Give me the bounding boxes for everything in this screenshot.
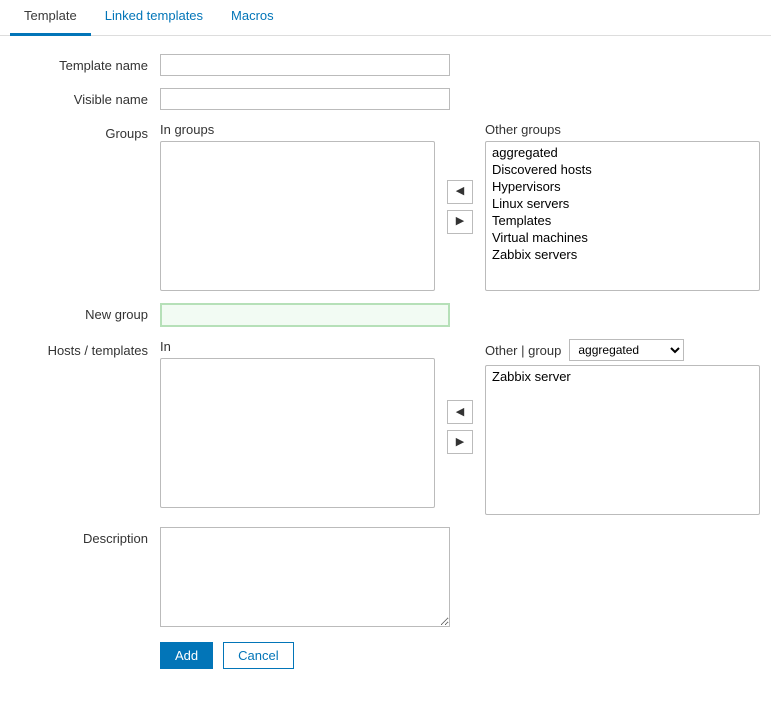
template-name-input[interactable] — [160, 54, 450, 76]
label-hosts-templates: Hosts / templates — [10, 339, 160, 515]
label-other-groups: Other groups — [485, 122, 760, 137]
label-template-name: Template name — [10, 54, 160, 76]
move-left-groups-button[interactable]: ◀ — [447, 180, 473, 204]
move-right-groups-button[interactable]: ▶ — [447, 210, 473, 234]
label-other-group-filter: Other | group — [485, 343, 561, 358]
tab-template[interactable]: Template — [10, 0, 91, 36]
description-textarea[interactable] — [160, 527, 450, 627]
new-group-input[interactable] — [160, 303, 450, 327]
tab-macros[interactable]: Macros — [217, 0, 288, 35]
move-left-hosts-button[interactable]: ◀ — [447, 400, 473, 424]
label-description: Description — [10, 527, 160, 630]
add-button[interactable]: Add — [160, 642, 213, 669]
other-group-filter-select[interactable]: aggregated — [569, 339, 684, 361]
label-in-hosts: In — [160, 339, 435, 354]
visible-name-input[interactable] — [160, 88, 450, 110]
in-hosts-list[interactable] — [160, 358, 435, 508]
tab-linked-templates[interactable]: Linked templates — [91, 0, 217, 35]
other-groups-list[interactable]: aggregatedDiscovered hostsHypervisorsLin… — [485, 141, 760, 291]
label-in-groups: In groups — [160, 122, 435, 137]
in-groups-list[interactable] — [160, 141, 435, 291]
cancel-button[interactable]: Cancel — [223, 642, 293, 669]
tabs-bar: Template Linked templates Macros — [0, 0, 771, 36]
other-hosts-list[interactable]: Zabbix server — [485, 365, 760, 515]
move-right-hosts-button[interactable]: ▶ — [447, 430, 473, 454]
label-visible-name: Visible name — [10, 88, 160, 110]
label-new-group: New group — [10, 303, 160, 327]
label-groups: Groups — [10, 122, 160, 291]
